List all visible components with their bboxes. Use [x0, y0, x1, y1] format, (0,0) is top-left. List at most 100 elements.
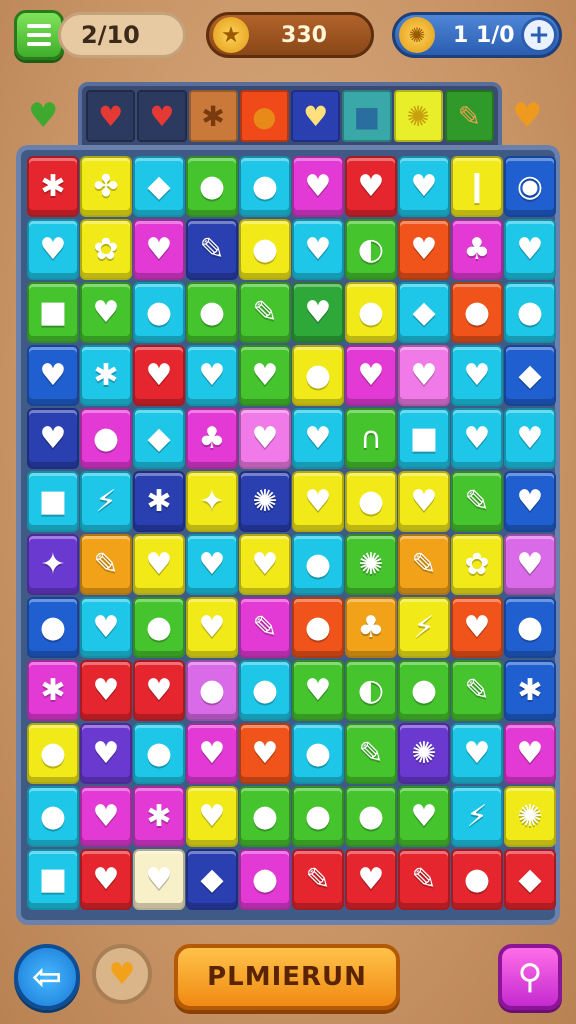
- board-tile[interactable]: ❙: [451, 156, 503, 217]
- board-tile[interactable]: ♥: [239, 534, 291, 595]
- board-tile[interactable]: ●: [186, 660, 238, 721]
- board-tile[interactable]: ◐: [345, 219, 397, 280]
- board-tile[interactable]: ●: [398, 660, 450, 721]
- board-tile[interactable]: ✎: [345, 723, 397, 784]
- board-tile[interactable]: ♥: [239, 345, 291, 406]
- board-tile[interactable]: ✎: [292, 849, 344, 910]
- board-tile[interactable]: ♥: [186, 597, 238, 658]
- board-tile[interactable]: ♥: [451, 597, 503, 658]
- board-tile[interactable]: ⚡: [398, 597, 450, 658]
- board-tile[interactable]: ✎: [239, 597, 291, 658]
- board-tile[interactable]: ●: [27, 723, 79, 784]
- board-tile[interactable]: ♥: [186, 534, 238, 595]
- board-tile[interactable]: ♥: [27, 219, 79, 280]
- board-tile[interactable]: ✺: [398, 723, 450, 784]
- board-tile[interactable]: ●: [451, 282, 503, 343]
- board-tile[interactable]: ♣: [451, 219, 503, 280]
- board-tile[interactable]: ●: [186, 282, 238, 343]
- board-tile[interactable]: ∩: [345, 408, 397, 469]
- board-tile[interactable]: ✎: [451, 471, 503, 532]
- board-tile[interactable]: ♥: [80, 282, 132, 343]
- menu-button[interactable]: [14, 10, 64, 60]
- board-tile[interactable]: ✎: [398, 849, 450, 910]
- board-tile[interactable]: ♥: [80, 660, 132, 721]
- board-tile[interactable]: ♥: [80, 849, 132, 910]
- board-tile[interactable]: ♥: [504, 723, 556, 784]
- board-tile[interactable]: ■: [27, 282, 79, 343]
- board-tile[interactable]: ●: [504, 597, 556, 658]
- board-tile[interactable]: ♥: [292, 219, 344, 280]
- board-tile[interactable]: ⚡: [80, 471, 132, 532]
- board-tile[interactable]: ●: [451, 849, 503, 910]
- board-tile[interactable]: ♥: [133, 849, 185, 910]
- board-tile[interactable]: ✺: [504, 786, 556, 847]
- board-tile[interactable]: ♥: [292, 156, 344, 217]
- board-tile[interactable]: ✎: [239, 282, 291, 343]
- search-button[interactable]: ⚲: [498, 944, 562, 1010]
- board-tile[interactable]: ●: [239, 786, 291, 847]
- board-tile[interactable]: ◉: [504, 156, 556, 217]
- board-tile[interactable]: ■: [27, 849, 79, 910]
- board-tile[interactable]: ●: [186, 156, 238, 217]
- board-tile[interactable]: ✺: [239, 471, 291, 532]
- board-tile[interactable]: ✱: [80, 345, 132, 406]
- board-tile[interactable]: ●: [133, 723, 185, 784]
- board-tile[interactable]: ♥: [133, 219, 185, 280]
- board-tile[interactable]: ●: [239, 156, 291, 217]
- board-tile[interactable]: ♥: [80, 597, 132, 658]
- board-tile[interactable]: ✤: [80, 156, 132, 217]
- board-tile[interactable]: ◐: [345, 660, 397, 721]
- play-button[interactable]: PLMIERUN: [174, 944, 400, 1010]
- board-tile[interactable]: ♥: [345, 849, 397, 910]
- board-tile[interactable]: ♥: [345, 345, 397, 406]
- board-tile[interactable]: ♥: [504, 471, 556, 532]
- board-tile[interactable]: ♥: [292, 408, 344, 469]
- board-tile[interactable]: ♥: [133, 534, 185, 595]
- board-tile[interactable]: ✱: [133, 471, 185, 532]
- board-tile[interactable]: ✱: [133, 786, 185, 847]
- board-tile[interactable]: ✎: [80, 534, 132, 595]
- back-button[interactable]: ⇦: [14, 944, 80, 1010]
- board-tile[interactable]: ♥: [398, 345, 450, 406]
- board-tile[interactable]: ♥: [504, 534, 556, 595]
- board-tile[interactable]: ●: [504, 282, 556, 343]
- board-tile[interactable]: ♥: [80, 723, 132, 784]
- board-tile[interactable]: ◆: [133, 408, 185, 469]
- board-tile[interactable]: ■: [398, 408, 450, 469]
- board-tile[interactable]: ◆: [504, 849, 556, 910]
- board-tile[interactable]: ♥: [239, 408, 291, 469]
- board-tile[interactable]: ●: [239, 849, 291, 910]
- add-coins-button[interactable]: +: [521, 17, 557, 53]
- board-tile[interactable]: ♥: [292, 660, 344, 721]
- board-tile[interactable]: ♣: [345, 597, 397, 658]
- board-tile[interactable]: ♥: [398, 786, 450, 847]
- board-tile[interactable]: ✦: [27, 534, 79, 595]
- board-tile[interactable]: ♥: [451, 408, 503, 469]
- board-tile[interactable]: ♥: [292, 471, 344, 532]
- board-tile[interactable]: ●: [292, 786, 344, 847]
- board-tile[interactable]: ●: [292, 597, 344, 658]
- board-tile[interactable]: ✱: [27, 156, 79, 217]
- board-tile[interactable]: ♥: [80, 786, 132, 847]
- board-tile[interactable]: ♥: [451, 345, 503, 406]
- board-tile[interactable]: ♥: [186, 723, 238, 784]
- board-tile[interactable]: ●: [292, 345, 344, 406]
- board-tile[interactable]: ⚡: [451, 786, 503, 847]
- board-tile[interactable]: ✎: [398, 534, 450, 595]
- board-tile[interactable]: ♥: [504, 408, 556, 469]
- board-tile[interactable]: ●: [239, 219, 291, 280]
- board-tile[interactable]: ●: [133, 282, 185, 343]
- board-tile[interactable]: ■: [27, 471, 79, 532]
- board-tile[interactable]: ✦: [186, 471, 238, 532]
- board-tile[interactable]: ♥: [292, 282, 344, 343]
- board-tile[interactable]: ✺: [345, 534, 397, 595]
- board-tile[interactable]: ●: [27, 786, 79, 847]
- board-tile[interactable]: ✿: [80, 219, 132, 280]
- board-tile[interactable]: ✎: [186, 219, 238, 280]
- board-tile[interactable]: ♥: [398, 219, 450, 280]
- board-tile[interactable]: ●: [80, 408, 132, 469]
- board-tile[interactable]: ●: [27, 597, 79, 658]
- board-tile[interactable]: ✱: [27, 660, 79, 721]
- board-tile[interactable]: ◆: [186, 849, 238, 910]
- board-tile[interactable]: ♥: [133, 660, 185, 721]
